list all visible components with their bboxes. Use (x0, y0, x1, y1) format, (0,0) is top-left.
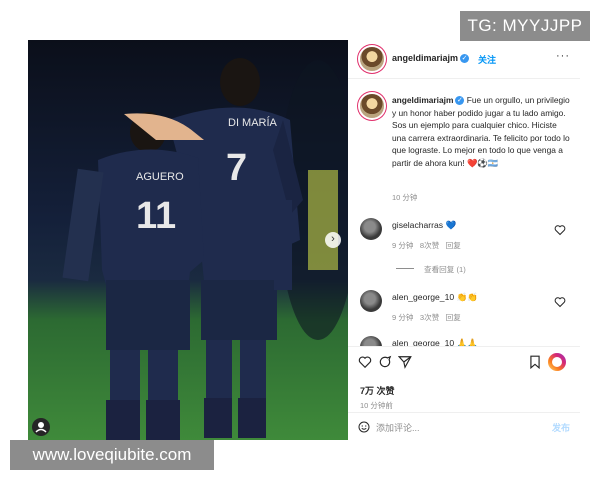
avatar[interactable] (360, 47, 384, 71)
comment-time: 9 分钟 (392, 313, 414, 322)
comment-avatar[interactable] (360, 336, 382, 346)
post-comment-button[interactable]: 发布 (552, 421, 570, 434)
jersey-right-name: DI MARÍA (228, 116, 278, 129)
share-icon[interactable] (398, 355, 412, 369)
comment-username[interactable]: alen_george_10 (392, 338, 454, 346)
comment-meta: 9 分钟 8次赞 回复 (392, 240, 461, 251)
post-side-panel: angeldimariajm ✓ 关注 ··· angeldimariajm ✓ F… (348, 40, 580, 440)
comment-text: 🙏🙏 (456, 338, 478, 346)
comment-icon[interactable] (378, 355, 392, 369)
header-username[interactable]: angeldimariajm ✓ (392, 53, 470, 64)
jersey-left-name: AGUERO (136, 171, 184, 183)
view-replies-button[interactable]: 查看回复 (1) (424, 264, 466, 275)
comment-text: 💙 (445, 220, 457, 230)
comment: alen_george_10 👏👏 (392, 292, 478, 303)
comment-clipped: alen_george_10 🙏🙏 (348, 334, 580, 346)
caption-time: 10 分钟 (392, 193, 418, 202)
comment-likes[interactable]: 3次赞 (420, 313, 439, 322)
more-options-icon[interactable]: ··· (556, 50, 570, 62)
caption-username[interactable]: angeldimariajm (392, 95, 453, 105)
heart-icon[interactable] (554, 296, 566, 308)
post-photo: DI MARÍA 7 AGUERO 11 (28, 40, 348, 440)
story-icon[interactable] (548, 353, 566, 371)
caption-avatar[interactable] (360, 94, 384, 118)
jersey-left-number: 11 (136, 195, 176, 237)
comment-input[interactable]: 添加评论... (376, 421, 420, 434)
reply-button[interactable]: 回复 (446, 313, 461, 322)
comment-time: 9 分钟 (392, 241, 414, 250)
comment-username[interactable]: giselacharras (392, 220, 443, 230)
comment-avatar[interactable] (360, 218, 382, 240)
heart-icon[interactable] (358, 355, 372, 369)
verified-icon: ✓ (460, 54, 470, 64)
action-bar (348, 346, 580, 377)
replies-divider (396, 268, 414, 269)
bookmark-icon[interactable] (528, 355, 542, 369)
post-time: 10 分钟前 (360, 401, 393, 410)
heart-icon[interactable] (554, 224, 566, 236)
comment-username[interactable]: alen_george_10 (392, 292, 454, 302)
jersey-right-number: 7 (226, 147, 247, 189)
comment: alen_george_10 🙏🙏 (392, 338, 478, 346)
comment-text: 👏👏 (456, 292, 478, 302)
likes-count[interactable]: 7万 次赞 (360, 384, 395, 397)
comment: giselacharras 💙 (392, 220, 456, 231)
post-header: angeldimariajm ✓ 关注 ··· (348, 40, 580, 79)
emoji-icon[interactable] (358, 421, 370, 433)
comment-avatar[interactable] (360, 290, 382, 312)
follow-button[interactable]: 关注 (478, 53, 496, 66)
players-illustration: DI MARÍA 7 AGUERO 11 (62, 58, 348, 440)
comment-meta: 9 分钟 3次赞 回复 (392, 312, 461, 323)
chevron-right-icon[interactable]: › (325, 232, 341, 248)
caption-text: Fue un orgullo, un privilegio y un honor… (392, 95, 570, 168)
caption: angeldimariajm ✓ Fue un orgullo, un privi… (392, 94, 572, 169)
reply-button[interactable]: 回复 (446, 241, 461, 250)
watermark-bottom: www.loveqiubite.com (10, 440, 214, 470)
comment-likes[interactable]: 8次赞 (420, 241, 439, 250)
user-tag-icon[interactable] (32, 418, 50, 436)
watermark-top: TG: MYYJJPP (460, 11, 590, 41)
verified-icon: ✓ (455, 96, 465, 106)
add-comment-bar: 添加评论... 发布 (348, 412, 580, 441)
